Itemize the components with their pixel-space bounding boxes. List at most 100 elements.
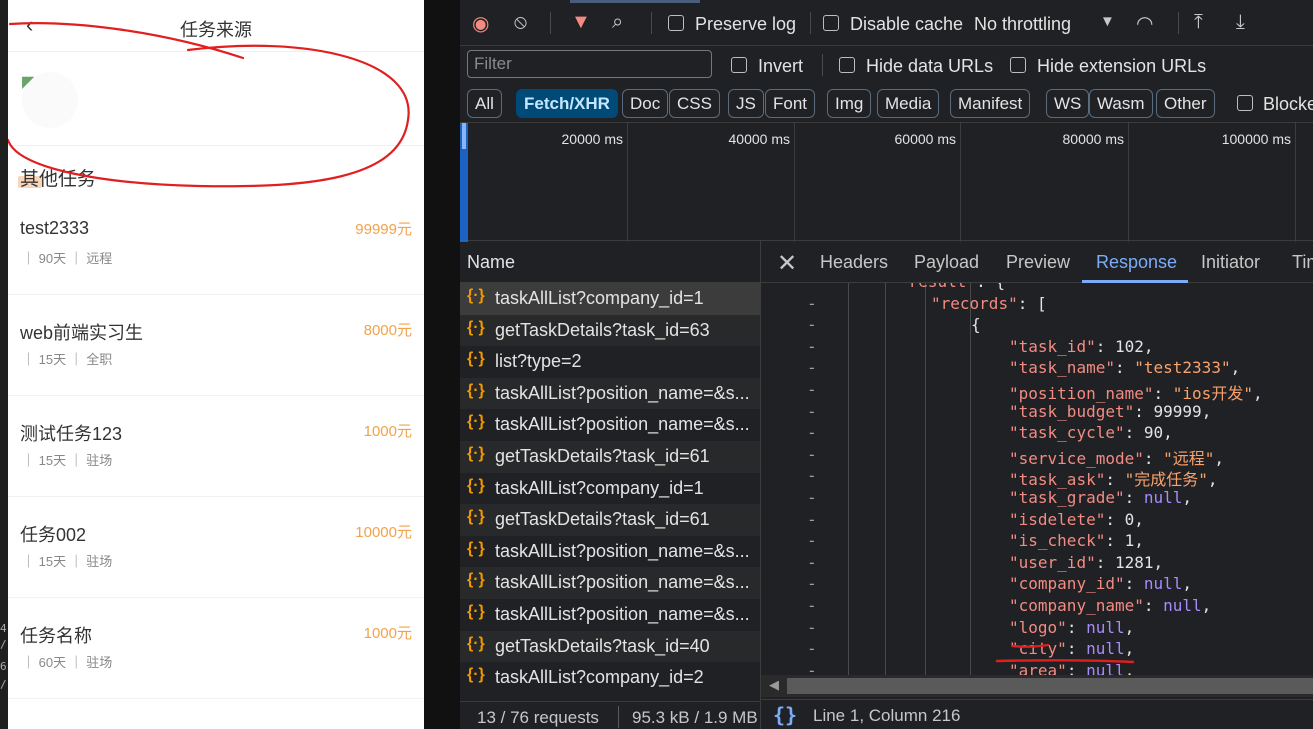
request-row[interactable]: {·} taskAllList?position_name=&s... <box>460 409 760 441</box>
tab-timing[interactable]: Timing <box>1292 252 1313 273</box>
hide-extension-urls-checkbox[interactable] <box>1010 57 1026 73</box>
json-line: - "user_id": 1281, <box>807 552 1164 572</box>
filter-bar: Invert Hide data URLs Hide extension URL… <box>460 46 1313 86</box>
type-filter-js[interactable]: JS <box>728 89 764 118</box>
funnel-icon[interactable]: ▼ <box>571 11 591 34</box>
json-line: - "task_ask": "完成任务", <box>807 466 1218 490</box>
upload-icon[interactable]: ⤒ <box>1194 11 1203 34</box>
collapse-marker: - <box>807 617 817 637</box>
search-icon[interactable]: ⌕ <box>612 11 623 34</box>
json-line: - "task_budget": 99999, <box>807 401 1212 421</box>
json-line: - "service_mode": "远程", <box>807 444 1225 468</box>
task-item[interactable]: web前端实习生 8000元 ｜ 15天 ｜ 全职 <box>8 295 424 396</box>
json-key: company_id <box>1018 574 1115 594</box>
json-separator: : <box>1066 639 1087 659</box>
json-key: task_budget <box>1018 401 1125 421</box>
type-filter-other[interactable]: Other <box>1156 89 1215 118</box>
scroll-left-icon[interactable]: ◀ <box>769 677 779 693</box>
disable-cache-checkbox[interactable] <box>823 15 839 31</box>
task-item[interactable]: test2333 99999元 ｜ 90天 ｜ 远程 <box>8 194 424 295</box>
scrollbar-thumb[interactable] <box>787 678 1313 694</box>
network-conditions-icon[interactable]: ◠ <box>1136 11 1153 36</box>
json-key: isdelete <box>1018 509 1096 529</box>
json-key: task_name <box>1018 358 1106 378</box>
type-filter-font[interactable]: Font <box>765 89 816 118</box>
type-filter-fetch-xhr[interactable]: Fetch/XHR <box>516 89 618 118</box>
page-title: 任务来源 <box>180 20 252 40</box>
filter-input[interactable] <box>467 50 712 78</box>
cursor-position: Line 1, Column 216 <box>813 706 961 725</box>
json-separator: : [ <box>1017 293 1047 313</box>
tab-response[interactable]: Response <box>1096 252 1177 273</box>
request-row[interactable]: {·} taskAllList?position_name=&s... <box>460 567 760 599</box>
request-row[interactable]: {·} getTaskDetails?task_id=63 <box>460 314 760 347</box>
divider <box>651 12 652 34</box>
request-row[interactable]: {·} taskAllList?position_name=&s... <box>460 377 760 410</box>
company-card[interactable]: ◤ <box>8 52 424 146</box>
json-key: is_check <box>1018 531 1096 551</box>
hide-data-urls-checkbox[interactable] <box>839 57 855 73</box>
type-filter-manifest[interactable]: Manifest <box>950 89 1031 118</box>
request-row[interactable]: {·} taskAllList?company_id=1 <box>460 283 760 315</box>
timeline-label: 40000 ms <box>728 131 790 147</box>
request-row[interactable]: {·} getTaskDetails?task_id=40 <box>460 630 760 663</box>
type-filter-doc[interactable]: Doc <box>622 89 669 118</box>
json-key: city <box>1018 639 1058 659</box>
type-filter-css[interactable]: CSS <box>669 89 720 118</box>
task-item[interactable]: 测试任务123 1000元 ｜ 15天 ｜ 驻场 <box>8 396 424 497</box>
collapse-marker: - <box>807 293 817 313</box>
collapse-marker: - <box>807 444 817 464</box>
blocked-requests-checkbox[interactable] <box>1237 95 1253 111</box>
tab-preview[interactable]: Preview <box>1006 252 1070 273</box>
devtools-network-panel: ◉ ⦸ ▼ ⌕ Preserve log Disable cache No th… <box>424 0 1313 729</box>
request-row[interactable]: {·} getTaskDetails?task_id=61 <box>460 504 760 536</box>
edge-char: 6 <box>0 660 7 673</box>
json-value: 0 <box>1124 509 1135 529</box>
invert-label: Invert <box>758 56 804 76</box>
request-row[interactable]: {·} getTaskDetails?task_id=61 <box>460 441 760 473</box>
tab-payload[interactable]: Payload <box>914 252 979 273</box>
name-column-header[interactable]: Name <box>460 241 760 283</box>
json-line: - "city": null, <box>807 639 1135 659</box>
request-row[interactable]: {·} taskAllList?company_id=1 <box>460 473 760 505</box>
type-filter-img[interactable]: Img <box>827 89 872 118</box>
type-filter-ws[interactable]: WS <box>1046 89 1090 118</box>
clear-icon[interactable]: ⦸ <box>514 11 527 34</box>
request-row[interactable]: {·} taskAllList?company_id=2 <box>460 662 760 694</box>
tab-initiator[interactable]: Initiator <box>1201 252 1260 273</box>
fetch-braces-icon: {·} <box>467 350 485 368</box>
type-filter-media[interactable]: Media <box>877 89 940 118</box>
json-line: - "task_cycle": 90, <box>807 423 1173 443</box>
request-detail-pane: ✕ Headers Payload Preview Response Initiator… <box>760 241 1313 729</box>
download-icon[interactable]: ⤓ <box>1236 11 1245 34</box>
task-item[interactable]: 任务002 10000元 ｜ 15天 ｜ 驻场 <box>8 497 424 598</box>
request-row[interactable]: {·} list?type=2 <box>460 346 760 378</box>
horizontal-scrollbar[interactable]: ◀ <box>761 675 1313 697</box>
edge-char: 4 <box>0 622 7 635</box>
response-status-bar: {} Line 1, Column 216 <box>761 699 1313 729</box>
close-icon[interactable]: ✕ <box>777 249 797 278</box>
response-body[interactable]: -"result": {-"records": [-{-"task_id": 1… <box>761 283 1313 675</box>
tab-headers[interactable]: Headers <box>820 252 888 273</box>
left-window-edge: 4 / 6 / <box>0 0 8 729</box>
request-name: taskAllList?company_id=2 <box>495 667 704 688</box>
type-filter-all[interactable]: All <box>467 89 502 118</box>
request-row[interactable]: {·} taskAllList?position_name=&s... <box>460 536 760 568</box>
preserve-log-checkbox[interactable] <box>668 15 684 31</box>
type-filter-wasm[interactable]: Wasm <box>1089 89 1153 118</box>
task-name: 任务002 <box>20 525 87 545</box>
invert-checkbox[interactable] <box>731 57 747 73</box>
request-summary-bar: 13 / 76 requests 95.3 kB / 1.9 MB <box>460 701 760 729</box>
json-key: task_cycle <box>1018 423 1115 443</box>
braces-icon[interactable]: {} <box>773 703 797 727</box>
task-item[interactable]: 任务名称 1000元 ｜ 60天 ｜ 驻场 <box>8 598 424 699</box>
json-value: 102 <box>1114 336 1144 356</box>
throttling-select[interactable]: No throttling <box>974 14 1071 35</box>
caret-down-icon[interactable]: ▼ <box>1100 13 1115 30</box>
request-row[interactable]: {·} taskAllList?position_name=&s... <box>460 599 760 631</box>
stop-recording-icon[interactable]: ◉ <box>472 11 489 36</box>
collapse-marker: - <box>807 358 817 378</box>
json-separator: : <box>1066 617 1087 637</box>
divider <box>810 12 811 34</box>
request-name: taskAllList?position_name=&s... <box>495 382 750 403</box>
